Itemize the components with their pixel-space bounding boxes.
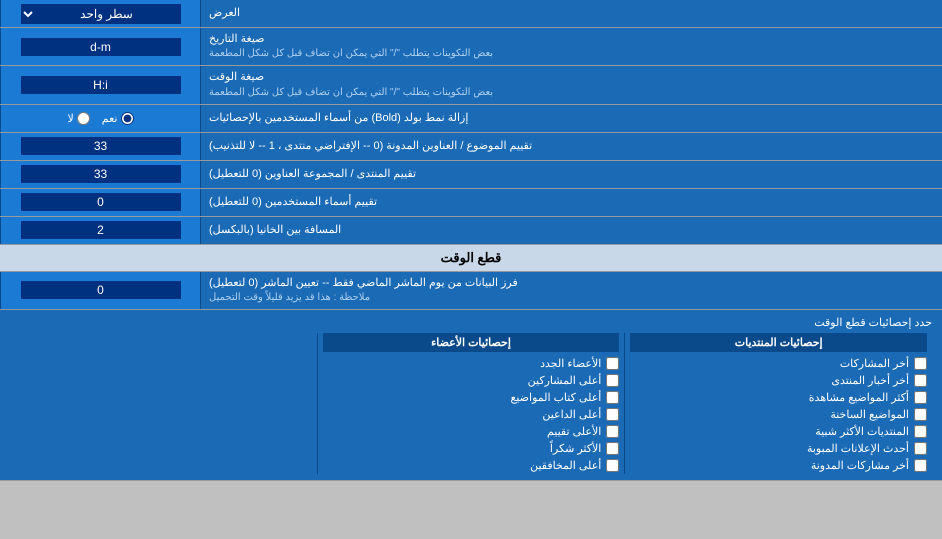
cutoff-control xyxy=(0,272,200,309)
stats-checkbox-most-thanked[interactable] xyxy=(606,442,619,455)
forum-sort-label: تقييم المنتدى / المجموعة العناوين (0 للت… xyxy=(200,161,942,188)
stats-checkbox-last-posts[interactable] xyxy=(914,357,927,370)
spacing-label: المسافة بين الخانيا (بالبكسل) xyxy=(200,217,942,244)
stats-col-empty xyxy=(10,333,318,474)
stats-member-item-4: الأعلى تقييم xyxy=(323,423,620,440)
spacing-row: المسافة بين الخانيا (بالبكسل) xyxy=(0,217,942,245)
display-mode-row: العرض سطر واحد xyxy=(0,0,942,28)
topics-sort-control xyxy=(0,133,200,160)
stats-member-item-0: الأعضاء الجدد xyxy=(323,355,620,372)
stats-member-item-1: أعلى المشاركين xyxy=(323,372,620,389)
bold-yes-radio[interactable] xyxy=(121,112,134,125)
time-format-control xyxy=(0,66,200,103)
cutoff-section-header: قطع الوقت xyxy=(0,245,942,272)
forum-sort-input[interactable] xyxy=(21,165,181,183)
cutoff-label: فرز البيانات من يوم الماشر الماضي فقط --… xyxy=(200,272,942,309)
stats-checkbox-blog-posts[interactable] xyxy=(914,459,927,472)
stats-columns: إحصائيات المنتديات أخر المشاركات أخر أخب… xyxy=(10,333,932,474)
stats-checkbox-most-viewed[interactable] xyxy=(914,391,927,404)
stats-checkbox-forum-news[interactable] xyxy=(914,374,927,387)
stats-col-posts-header: إحصائيات المنتديات xyxy=(630,333,927,352)
stats-item-2: أكثر المواضيع مشاهدة xyxy=(630,389,927,406)
bold-label: إزالة نمط بولد (Bold) من أسماء المستخدمي… xyxy=(200,105,942,132)
stats-item-4: المنتديات الأكثر شبية xyxy=(630,423,927,440)
time-format-row: صيغة الوقت بعض التكوينات يتطلب "/" التي … xyxy=(0,66,942,104)
stats-checkbox-top-inviters[interactable] xyxy=(606,408,619,421)
display-mode-select[interactable]: سطر واحد xyxy=(21,4,181,24)
stats-checkbox-top-authors[interactable] xyxy=(606,391,619,404)
stats-item-1: أخر أخبار المنتدى xyxy=(630,372,927,389)
spacing-control xyxy=(0,217,200,244)
stats-section: حدد إحصائيات قطع الوقت إحصائيات المنتديا… xyxy=(0,310,942,481)
forum-sort-row: تقييم المنتدى / المجموعة العناوين (0 للت… xyxy=(0,161,942,189)
bold-row: إزالة نمط بولد (Bold) من أسماء المستخدمي… xyxy=(0,105,942,133)
stats-checkbox-hot-topics[interactable] xyxy=(914,408,927,421)
stats-member-item-6: أعلى المخافقين xyxy=(323,457,620,474)
cutoff-row: فرز البيانات من يوم الماشر الماضي فقط --… xyxy=(0,272,942,310)
topics-sort-input[interactable] xyxy=(21,137,181,155)
topics-sort-row: تقييم الموضوع / العناوين المدونة (0 -- ا… xyxy=(0,133,942,161)
stats-member-item-2: أعلى كتاب المواضيع xyxy=(323,389,620,406)
stats-checkbox-similar-forums[interactable] xyxy=(914,425,927,438)
users-sort-row: تقييم أسماء المستخدمين (0 للتعطيل) xyxy=(0,189,942,217)
time-format-input[interactable] xyxy=(21,76,181,94)
stats-checkbox-new-members[interactable] xyxy=(606,357,619,370)
stats-col-members-header: إحصائيات الأعضاء xyxy=(323,333,620,352)
stats-item-6: أخر مشاركات المدونة xyxy=(630,457,927,474)
stats-col-members: إحصائيات الأعضاء الأعضاء الجدد أعلى المش… xyxy=(318,333,626,474)
date-format-control xyxy=(0,28,200,65)
stats-checkbox-top-posters[interactable] xyxy=(606,374,619,387)
stats-section-label: حدد إحصائيات قطع الوقت xyxy=(10,316,932,333)
forum-sort-control xyxy=(0,161,200,188)
bold-yes-label: نعم xyxy=(102,112,134,125)
stats-checkbox-classifieds[interactable] xyxy=(914,442,927,455)
main-container: العرض سطر واحد صيغة التاريخ بعض التكوينا… xyxy=(0,0,942,481)
users-sort-control xyxy=(0,189,200,216)
spacing-input[interactable] xyxy=(21,221,181,239)
cutoff-input[interactable] xyxy=(21,281,181,299)
display-mode-label: العرض xyxy=(200,0,942,27)
stats-checkbox-top-rated[interactable] xyxy=(606,425,619,438)
stats-item-0: أخر المشاركات xyxy=(630,355,927,372)
bold-no-label: لا xyxy=(68,112,90,125)
display-mode-control: سطر واحد xyxy=(0,0,200,27)
stats-checkbox-top-moderators[interactable] xyxy=(606,459,619,472)
stats-member-item-5: الأكثر شكراً xyxy=(323,440,620,457)
bold-control: نعم لا xyxy=(0,105,200,132)
time-format-label: صيغة الوقت بعض التكوينات يتطلب "/" التي … xyxy=(200,66,942,103)
date-format-label: صيغة التاريخ بعض التكوينات يتطلب "/" الت… xyxy=(200,28,942,65)
date-format-row: صيغة التاريخ بعض التكوينات يتطلب "/" الت… xyxy=(0,28,942,66)
date-format-input[interactable] xyxy=(21,38,181,56)
stats-item-5: أحدث الإعلانات المبوبة xyxy=(630,440,927,457)
stats-member-item-3: أعلى الداعين xyxy=(323,406,620,423)
stats-col-posts: إحصائيات المنتديات أخر المشاركات أخر أخب… xyxy=(625,333,932,474)
stats-item-3: المواضيع الساخنة xyxy=(630,406,927,423)
bold-no-radio[interactable] xyxy=(77,112,90,125)
users-sort-label: تقييم أسماء المستخدمين (0 للتعطيل) xyxy=(200,189,942,216)
users-sort-input[interactable] xyxy=(21,193,181,211)
topics-sort-label: تقييم الموضوع / العناوين المدونة (0 -- ا… xyxy=(200,133,942,160)
